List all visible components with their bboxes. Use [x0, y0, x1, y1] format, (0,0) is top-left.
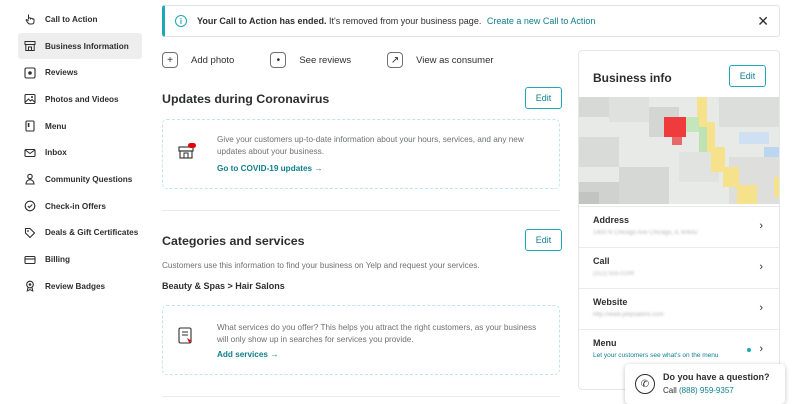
categories-description: Customers use this information to find y…: [162, 261, 480, 270]
business-info-panel: Business info Edit Address 1400 N Chicag…: [578, 50, 780, 390]
call-value: (312) 555-0199: [593, 271, 635, 277]
call-prefix: Call: [663, 386, 677, 395]
services-card: What services do you offer? This helps y…: [162, 305, 560, 375]
sidebar-item-label: Billing: [45, 255, 71, 265]
help-phone-number[interactable]: (888) 959-9357: [679, 386, 734, 395]
services-checklist-icon: [177, 326, 197, 346]
sidebar-item-label: Photos and Videos: [45, 94, 119, 104]
sidebar-item-inbox[interactable]: Inbox: [18, 139, 142, 166]
sidebar-item-label: Business Information: [45, 41, 129, 51]
add-photo-icon: +: [162, 52, 178, 68]
address-label: Address: [593, 215, 630, 225]
business-info-edit-button[interactable]: Edit: [729, 65, 766, 87]
categories-edit-button[interactable]: Edit: [525, 229, 562, 251]
sidebar-item-deals-gift-certificates[interactable]: Deals & Gift Certificates: [18, 220, 142, 247]
call-to-action-ended-banner: i Your Call to Action has ended. It's re…: [162, 5, 780, 37]
sidebar-item-reviews[interactable]: Reviews: [18, 59, 142, 86]
chevron-right-icon: ›: [759, 343, 763, 355]
website-value: http://www.yelpsalons.com: [593, 312, 664, 318]
banner-text: It's removed from your business page.: [329, 16, 482, 26]
sidebar-item-check-in-offers[interactable]: Check-in Offers: [18, 193, 142, 220]
credit-card-icon: [24, 254, 36, 266]
menu-label: Menu: [593, 338, 617, 348]
sidebar-item-label: Community Questions: [45, 174, 133, 184]
help-call-text: Call (888) 959-9357: [663, 386, 734, 395]
banner-message: Your Call to Action has ended. It's remo…: [197, 16, 595, 26]
sidebar-item-business-information[interactable]: Business Information: [18, 32, 142, 60]
chevron-right-icon: ›: [759, 302, 763, 314]
menu-value: Let your customers see what's on the men…: [593, 352, 719, 359]
add-photo-button[interactable]: + Add photo: [162, 52, 234, 68]
sidebar-item-label: Check-in Offers: [45, 201, 106, 211]
quick-actions: + Add photo • See reviews ↗ View as cons…: [162, 52, 530, 68]
star-box-icon: [24, 67, 36, 79]
help-question-text: Do you have a question?: [663, 372, 770, 382]
award-icon: [24, 280, 36, 293]
image-icon: [24, 93, 36, 105]
hand-pointer-icon: [24, 13, 36, 25]
location-map[interactable]: [579, 97, 779, 204]
create-call-to-action-link[interactable]: Create a new Call to Action: [487, 16, 596, 26]
call-label: Call: [593, 256, 610, 266]
sidebar-item-community-questions[interactable]: Community Questions: [18, 166, 142, 193]
see-reviews-button[interactable]: • See reviews: [270, 52, 351, 68]
address-row[interactable]: Address 1400 N Chicago Ave Chicago, IL 6…: [579, 206, 779, 247]
sidebar-item-call-to-action[interactable]: Call to Action: [18, 6, 142, 33]
see-reviews-label: See reviews: [299, 54, 352, 66]
covid-section-title: Updates during Coronavirus: [162, 92, 330, 106]
section-divider: [162, 210, 560, 211]
storefront-icon: [24, 40, 36, 52]
categories-section-title: Categories and services: [162, 234, 305, 248]
external-link-icon: ↗: [387, 52, 404, 68]
storefront-alert-icon: [177, 140, 197, 160]
business-info-title: Business info: [593, 71, 672, 85]
banner-bold-text: Your Call to Action has ended.: [197, 16, 327, 26]
sidebar-item-review-badges[interactable]: Review Badges: [18, 273, 142, 300]
add-photo-label: Add photo: [191, 54, 235, 66]
sidebar-item-menu[interactable]: Menu: [18, 113, 142, 140]
view-as-consumer-button[interactable]: ↗ View as consumer: [387, 52, 494, 68]
new-indicator-dot: [747, 348, 751, 352]
sidebar-item-photos-and-videos[interactable]: Photos and Videos: [18, 86, 142, 113]
services-text: What services do you offer? This helps y…: [217, 323, 537, 344]
check-badge-icon: [24, 200, 36, 212]
sidebar-item-label: Review Badges: [45, 281, 106, 291]
sidebar-item-label: Call to Action: [45, 14, 98, 24]
sidebar-item-label: Inbox: [45, 148, 67, 158]
section-divider: [162, 396, 560, 397]
tag-icon: [24, 227, 36, 239]
call-row[interactable]: Call (312) 555-0199 ›: [579, 247, 779, 288]
covid-updates-link[interactable]: Go to COVID-19 updates →: [217, 164, 323, 173]
add-services-link[interactable]: Add services →: [217, 350, 278, 359]
phone-icon: ✆: [635, 374, 655, 394]
covid-updates-text: Give your customers up-to-date informati…: [217, 135, 524, 156]
website-row[interactable]: Website http://www.yelpsalons.com ›: [579, 288, 779, 329]
help-call-widget[interactable]: ✆ Do you have a question? Call (888) 959…: [625, 364, 785, 404]
address-value: 1400 N Chicago Ave Chicago, IL 60642: [593, 230, 698, 236]
info-icon: i: [175, 15, 187, 27]
view-as-consumer-label: View as consumer: [416, 54, 494, 66]
see-reviews-icon: •: [270, 52, 287, 68]
sidebar-item-billing[interactable]: Billing: [18, 246, 142, 273]
people-icon: [24, 173, 36, 186]
covid-updates-card: Give your customers up-to-date informati…: [162, 119, 560, 189]
sidebar-item-label: Menu: [45, 121, 67, 131]
category-path: Beauty & Spas > Hair Salons: [162, 281, 285, 291]
chevron-right-icon: ›: [759, 220, 763, 232]
envelope-icon: [24, 147, 36, 159]
sidebar-item-label: Reviews: [45, 68, 78, 78]
website-label: Website: [593, 297, 628, 307]
sidebar-item-label: Deals & Gift Certificates: [45, 228, 139, 238]
close-icon[interactable]: ✕: [757, 14, 769, 28]
sidebar: Call to Action Business Information Revi…: [18, 6, 142, 300]
covid-edit-button[interactable]: Edit: [525, 87, 562, 109]
map-tiles: [579, 97, 779, 204]
menu-book-icon: [24, 120, 36, 132]
chevron-right-icon: ›: [759, 261, 763, 273]
